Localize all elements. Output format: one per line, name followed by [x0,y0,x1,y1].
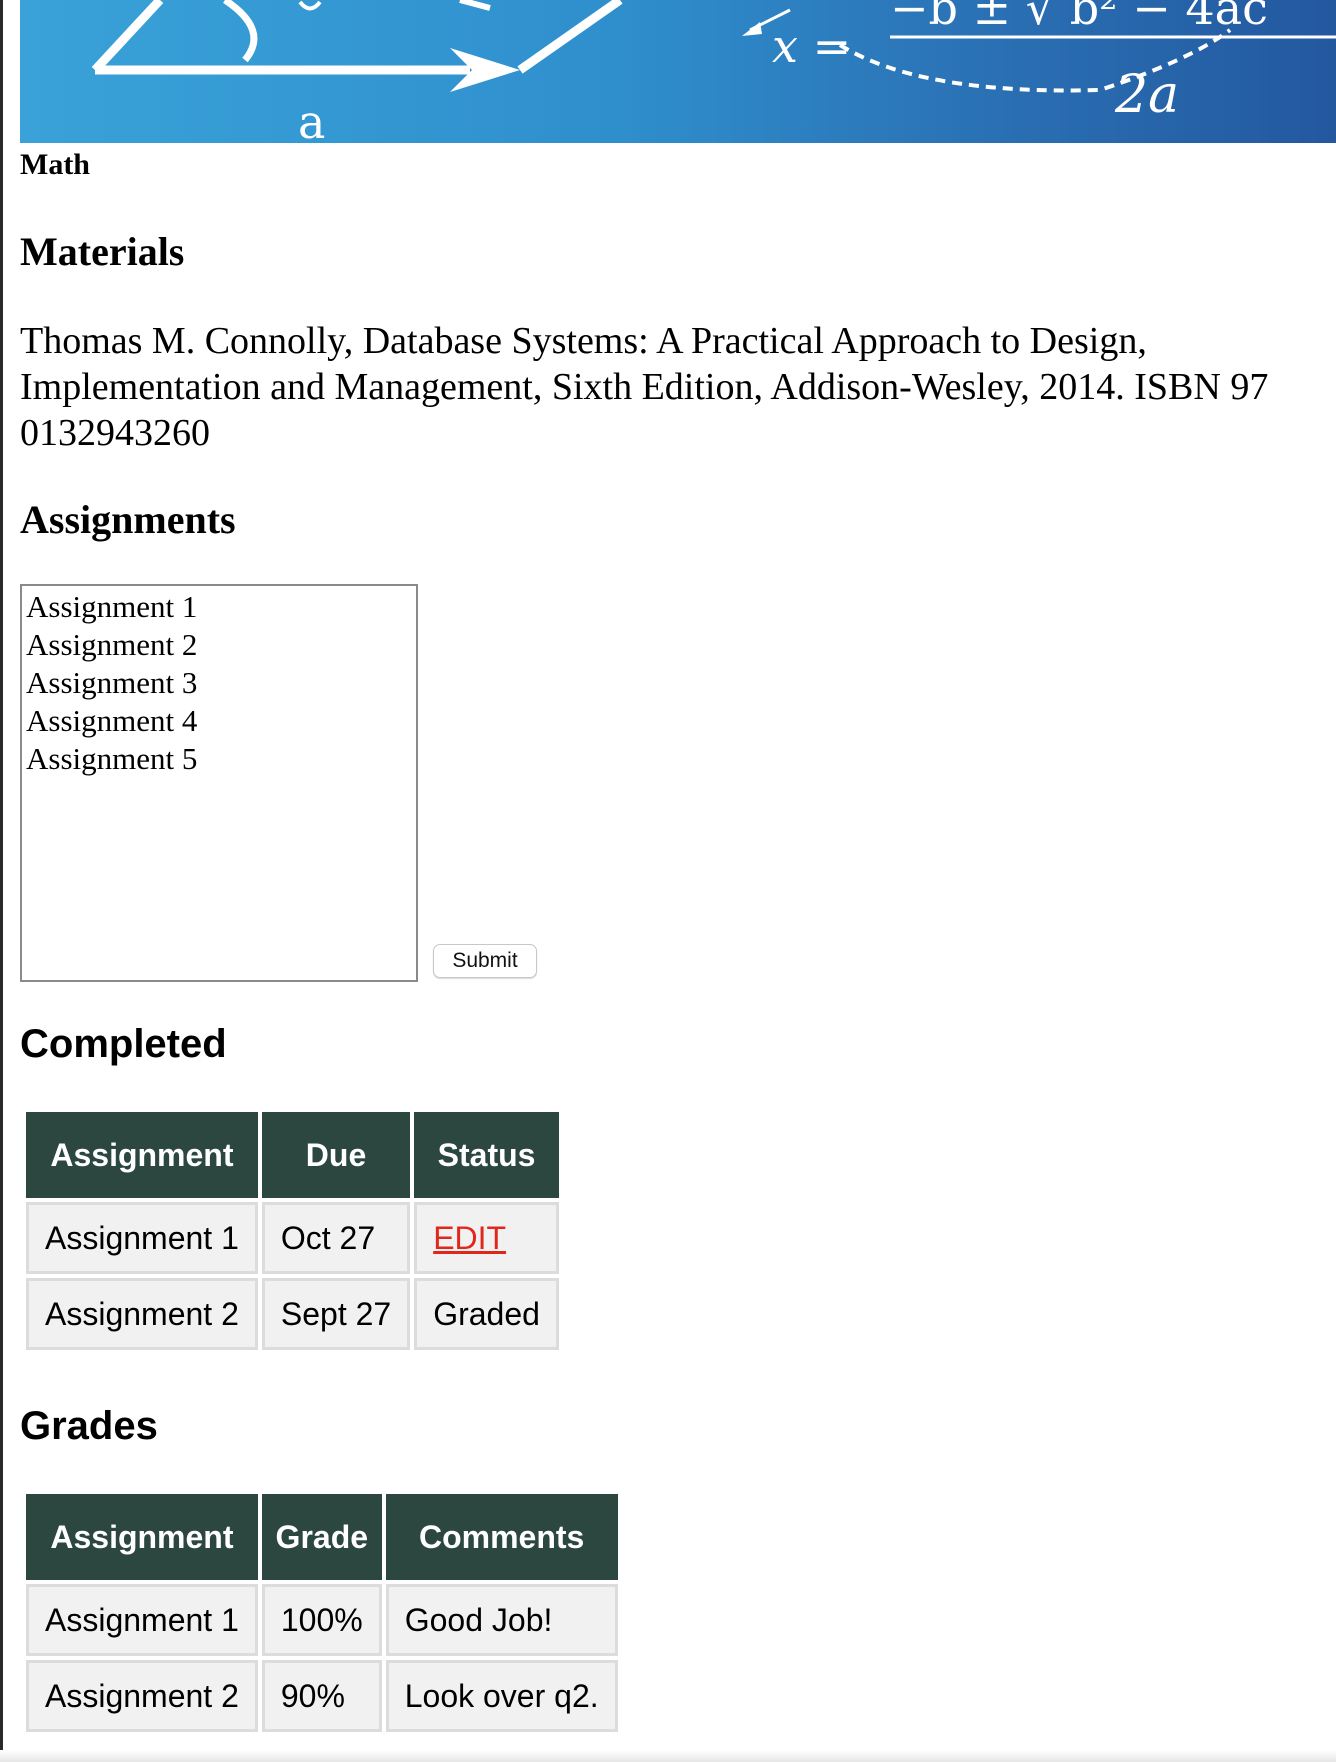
course-title: Math [20,148,90,181]
cell-assignment: Assignment 2 [26,1278,258,1350]
assignment-option[interactable]: Assignment 3 [26,664,412,702]
banner-formula-denominator: 2a [1114,65,1179,125]
column-header-status: Status [414,1112,559,1198]
cell-due: Sept 27 [261,1278,411,1350]
column-header-due: Due [261,1112,411,1198]
cell-comments: Good Job! [385,1584,618,1656]
banner-letter-a: a [298,95,325,143]
assignment-option[interactable]: Assignment 4 [26,702,412,740]
materials-line: 0132943260 [20,412,210,454]
course-banner-image: a x = −b ± √ b² − 4ac 2a [20,0,1336,143]
cell-assignment: Assignment 2 [26,1660,258,1732]
banner-formula-numerator: −b ± √ b² − 4ac [890,0,1268,35]
table-row: Assignment 2 90% Look over q2. [26,1660,618,1732]
assignment-option[interactable]: Assignment 1 [26,588,412,626]
math-formula-illustration: a x = −b ± √ b² − 4ac 2a [91,0,1336,143]
column-header-assignment: Assignment [26,1494,258,1580]
cell-grade: 90% [261,1660,382,1732]
cell-grade: 100% [261,1584,382,1656]
completed-heading: Completed [20,1022,227,1066]
assignment-option[interactable]: Assignment 2 [26,626,412,664]
table-header-row: Assignment Grade Comments [26,1494,618,1580]
assignment-listbox[interactable]: Assignment 1 Assignment 2 Assignment 3 A… [20,584,418,982]
column-header-grade: Grade [261,1494,382,1580]
materials-line: Implementation and Management, Sixth Edi… [20,366,1269,408]
window-left-edge [0,0,3,1762]
cell-status: Graded [414,1278,559,1350]
cell-due: Oct 27 [261,1202,411,1274]
cell-comments: Look over q2. [385,1660,618,1732]
edit-link[interactable]: EDIT [433,1220,506,1256]
table-row: Assignment 2 Sept 27 Graded [26,1278,559,1350]
submit-button[interactable]: Submit [433,944,537,978]
table-header-row: Assignment Due Status [26,1112,559,1198]
window-bottom-edge [0,1750,1336,1762]
table-row: Assignment 1 100% Good Job! [26,1584,618,1656]
cell-status: EDIT [414,1202,559,1274]
materials-reference: Thomas M. Connolly, Database Systems: A … [20,318,1336,456]
assignments-heading: Assignments [20,497,236,542]
column-header-comments: Comments [385,1494,618,1580]
materials-line: Thomas M. Connolly, Database Systems: A … [20,320,1147,362]
materials-heading: Materials [20,229,185,274]
cell-assignment: Assignment 1 [26,1584,258,1656]
grades-heading: Grades [20,1404,158,1448]
table-row: Assignment 1 Oct 27 EDIT [26,1202,559,1274]
column-header-assignment: Assignment [26,1112,258,1198]
grades-table: Assignment Grade Comments Assignment 1 1… [22,1490,622,1736]
banner-formula-x: x = [772,19,851,73]
assignment-option[interactable]: Assignment 5 [26,740,412,778]
completed-table: Assignment Due Status Assignment 1 Oct 2… [22,1108,563,1354]
cell-assignment: Assignment 1 [26,1202,258,1274]
